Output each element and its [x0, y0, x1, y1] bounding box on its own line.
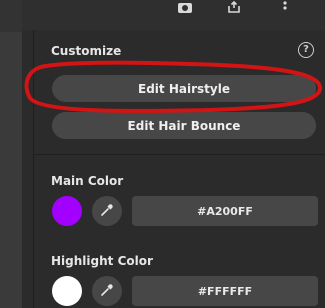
main-color-swatch[interactable]: [52, 196, 82, 226]
customize-panel: Customize ? Edit Hairstyle Edit Hair Bou…: [33, 30, 325, 308]
main-color-hex-input[interactable]: #A200FF: [132, 196, 318, 226]
top-toolbar: [22, 0, 325, 30]
eyedropper-icon: [100, 282, 114, 301]
highlight-color-swatch[interactable]: [52, 276, 82, 306]
eyedropper-icon: [100, 202, 114, 221]
share-icon[interactable]: [223, 0, 245, 14]
main-color-eyedropper-button[interactable]: [92, 196, 122, 226]
left-panel-strip: [0, 0, 22, 308]
section-title: Customize: [51, 44, 122, 58]
main-color-label: Main Color: [51, 174, 124, 188]
section-divider: [34, 154, 325, 155]
highlight-color-label: Highlight Color: [51, 254, 153, 268]
highlight-color-eyedropper-button[interactable]: [92, 276, 122, 306]
left-panel-topcap: [0, 0, 22, 32]
edit-hairstyle-button[interactable]: Edit Hairstyle: [52, 75, 316, 102]
more-vertical-icon[interactable]: [274, 0, 296, 14]
question-circle-icon[interactable]: ?: [298, 42, 314, 58]
highlight-color-hex-input[interactable]: #FFFFFF: [132, 276, 318, 306]
edit-hair-bounce-button[interactable]: Edit Hair Bounce: [52, 112, 316, 139]
camera-icon[interactable]: [174, 0, 196, 14]
